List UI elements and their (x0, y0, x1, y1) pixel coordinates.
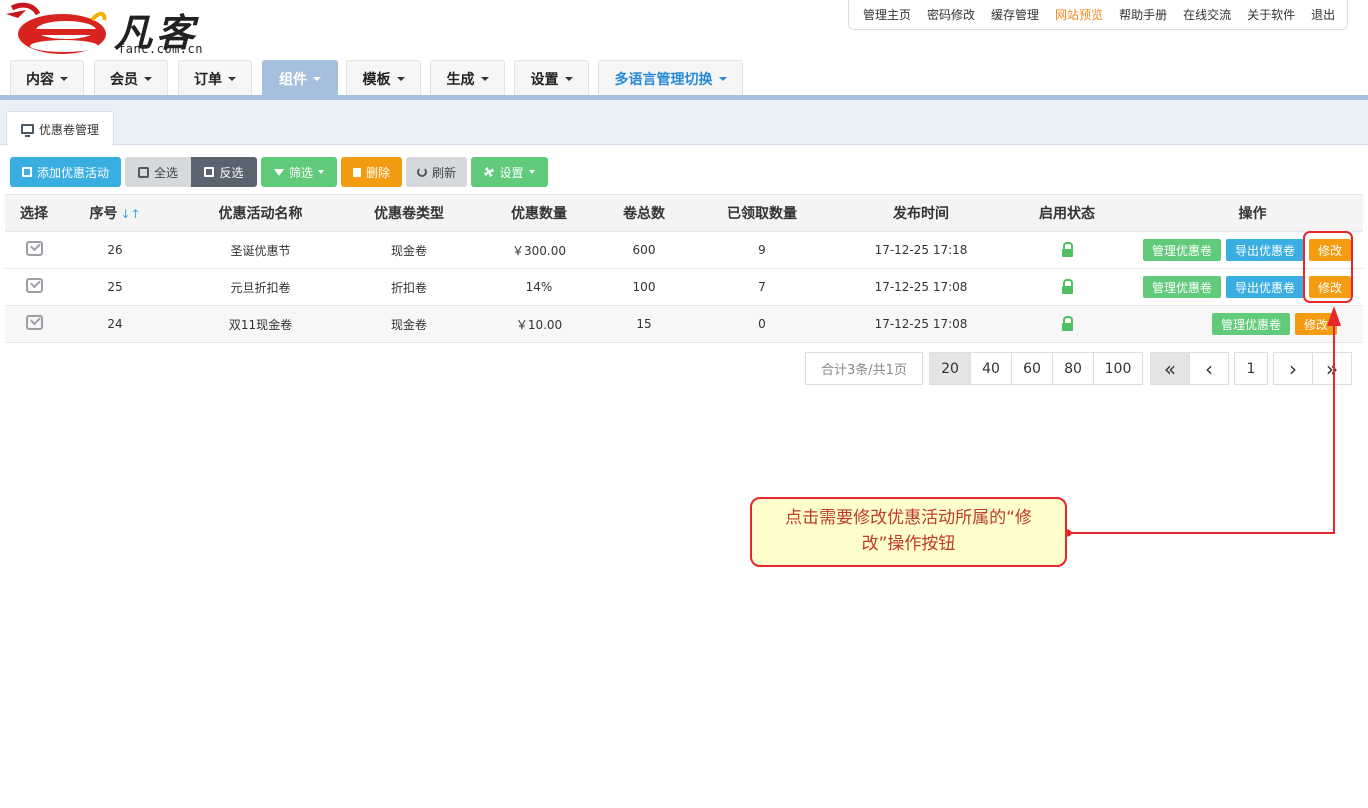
annotation-arrow (1068, 320, 1335, 534)
annotation-callout: 点击需要修改优惠活动所属的“修改”操作按钮 (750, 497, 1067, 567)
annotation-overlay (1064, 231, 1353, 537)
arrow-head-icon (1327, 306, 1341, 326)
highlight-box (1303, 231, 1353, 303)
